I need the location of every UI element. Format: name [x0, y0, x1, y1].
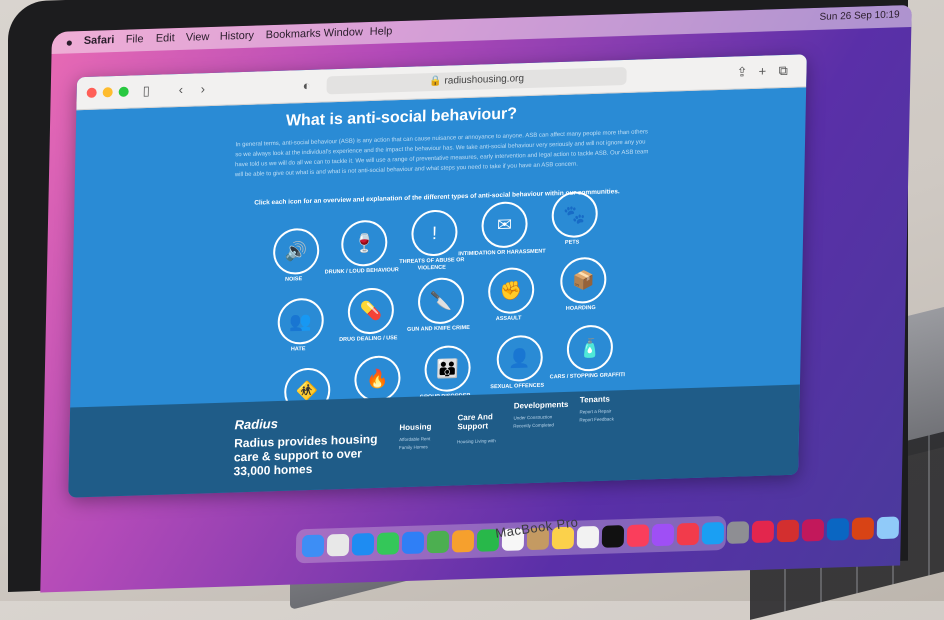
footer-link[interactable]: Family Homes — [399, 444, 428, 450]
minimize-button[interactable] — [102, 87, 113, 98]
asb-icon-label[interactable]: HOARDING — [536, 304, 626, 314]
pill-icon[interactable]: 💊 — [347, 287, 395, 335]
speech-bubble-icon[interactable]: ✉ — [481, 201, 529, 249]
dock-downloads-icon[interactable] — [876, 516, 900, 540]
dock-acrobat-icon[interactable] — [751, 520, 775, 544]
dock-appstore-icon[interactable] — [701, 521, 725, 545]
laptop: ● Safari File Edit View History Bookmark… — [0, 0, 944, 620]
dock-safari-icon[interactable] — [351, 532, 375, 556]
person-icon[interactable]: 👤 — [496, 334, 544, 383]
asb-icon-label[interactable]: INTIMIDATION OR HARASSMENT — [457, 248, 547, 258]
address-bar[interactable]: 🔒 radiushousing.org — [326, 66, 627, 95]
site-footer: Radius Radius provides housing care & su… — [68, 384, 800, 498]
footer-tagline: Radius provides housing care & support t… — [233, 431, 378, 479]
asb-icon-label[interactable]: PETS — [527, 238, 617, 248]
close-button[interactable] — [86, 87, 97, 98]
safari-window: ▯ ‹ › ◐ 🔒 radiushousing.org ⇪ + ⧉ What i… — [68, 54, 807, 498]
footer-link[interactable]: Under Construction — [513, 414, 552, 420]
url-text: radiushousing.org — [444, 73, 525, 87]
apple-menu-icon[interactable]: ● — [66, 35, 74, 49]
menu-view[interactable]: View — [186, 31, 210, 44]
menu-edit[interactable]: Edit — [156, 32, 175, 45]
group-icon[interactable]: 👪 — [424, 344, 472, 393]
browser-toolbar: ▯ ‹ › ◐ 🔒 radiushousing.org ⇪ + ⧉ — [76, 54, 807, 111]
dock-music-icon[interactable] — [626, 524, 650, 548]
new-tab-icon[interactable]: + — [758, 64, 766, 79]
back-icon[interactable]: ‹ — [179, 82, 184, 97]
gun-knife-icon[interactable]: 🔪 — [417, 277, 465, 325]
footer-col-tenants[interactable]: Tenants — [580, 395, 610, 405]
bottle-glass-icon[interactable]: 🍷 — [340, 219, 388, 267]
menu-file[interactable]: File — [126, 33, 144, 46]
asb-icon-label[interactable]: NOISE — [249, 275, 339, 285]
dock-messages-icon[interactable] — [376, 532, 400, 555]
menu-bookmarks[interactable]: Bookmarks — [266, 28, 321, 42]
menu-safari[interactable]: Safari — [84, 34, 115, 47]
asb-icon-label[interactable]: SEXUAL OFFENCES — [472, 382, 562, 392]
intro-paragraph: In general terms, anti-social behaviour … — [234, 129, 649, 179]
privacy-shield-icon[interactable]: ◐ — [302, 78, 310, 93]
lock-icon: 🔒 — [429, 75, 445, 88]
asb-icon-label[interactable]: HATE — [253, 345, 343, 355]
dock-powerpoint-icon[interactable] — [851, 517, 875, 540]
footer-link[interactable]: Affordable Rent — [399, 436, 430, 442]
dock-settings-icon[interactable] — [726, 521, 750, 544]
dock-pdf-icon[interactable] — [776, 519, 800, 543]
dock-launchpad-icon[interactable] — [326, 533, 350, 557]
fist-icon[interactable]: ✊ — [487, 266, 535, 315]
asb-icon-label[interactable]: ASSAULT — [464, 314, 554, 324]
asb-icon-label[interactable]: THREATS OF ABUSE OR VIOLENCE — [387, 257, 477, 274]
screen: ● Safari File Edit View History Bookmark… — [40, 4, 912, 593]
asb-icon-label[interactable]: DRUG DEALING / USE — [323, 335, 413, 345]
footer-link[interactable]: Report a Repair — [580, 408, 612, 414]
sidebar-icon[interactable]: ▯ — [143, 83, 150, 99]
dock-tv-icon[interactable] — [601, 525, 625, 548]
dock-outlook-icon[interactable] — [826, 518, 850, 541]
dock-finder-icon[interactable] — [301, 534, 325, 558]
menubar-clock: Sun 26 Sep 10:19 — [819, 9, 900, 23]
footer-link[interactable]: Report Feedback — [579, 416, 614, 422]
asb-icon-label[interactable]: CARS / STOPPING GRAFFITI — [542, 372, 632, 382]
flame-icon[interactable]: 🔥 — [353, 355, 401, 403]
speaker-icon[interactable]: 🔊 — [272, 227, 320, 276]
footer-col-care[interactable]: Care And Support — [457, 412, 497, 431]
footer-link[interactable]: Housing Living with — [457, 438, 496, 444]
share-icon[interactable]: ⇪ — [736, 64, 747, 80]
dock-news-icon[interactable] — [676, 522, 700, 546]
people-icon[interactable]: 👥 — [277, 297, 325, 345]
dock-gmail-icon[interactable] — [801, 518, 825, 542]
dock-photos-icon[interactable] — [451, 529, 475, 553]
box-icon[interactable]: 📦 — [559, 256, 607, 305]
footer-col-housing[interactable]: Housing — [399, 422, 431, 432]
footer-logo[interactable]: Radius — [234, 416, 278, 432]
menu-window[interactable]: Window — [324, 26, 363, 39]
zoom-button[interactable] — [118, 86, 129, 97]
menu-help[interactable]: Help — [370, 25, 393, 38]
tabs-overview-icon[interactable]: ⧉ — [778, 63, 788, 79]
asb-icon-label[interactable]: GUN AND KNIFE CRIME — [393, 324, 483, 334]
footer-link[interactable]: Recently Completed — [513, 422, 554, 428]
forward-icon[interactable]: › — [201, 81, 206, 96]
dock-mail-icon[interactable] — [401, 531, 425, 555]
dock-maps-icon[interactable] — [426, 530, 450, 554]
dock-podcasts-icon[interactable] — [651, 523, 675, 547]
footer-col-developments[interactable]: Developments — [514, 400, 569, 411]
exclamation-icon[interactable]: ! — [410, 209, 458, 257]
dock-reminders-icon[interactable] — [576, 525, 600, 549]
paw-icon[interactable]: 🐾 — [551, 190, 599, 239]
page-heading: What is anti-social behaviour? — [285, 105, 518, 130]
spray-can-icon[interactable]: 🧴 — [566, 324, 614, 372]
menu-history[interactable]: History — [220, 30, 254, 43]
